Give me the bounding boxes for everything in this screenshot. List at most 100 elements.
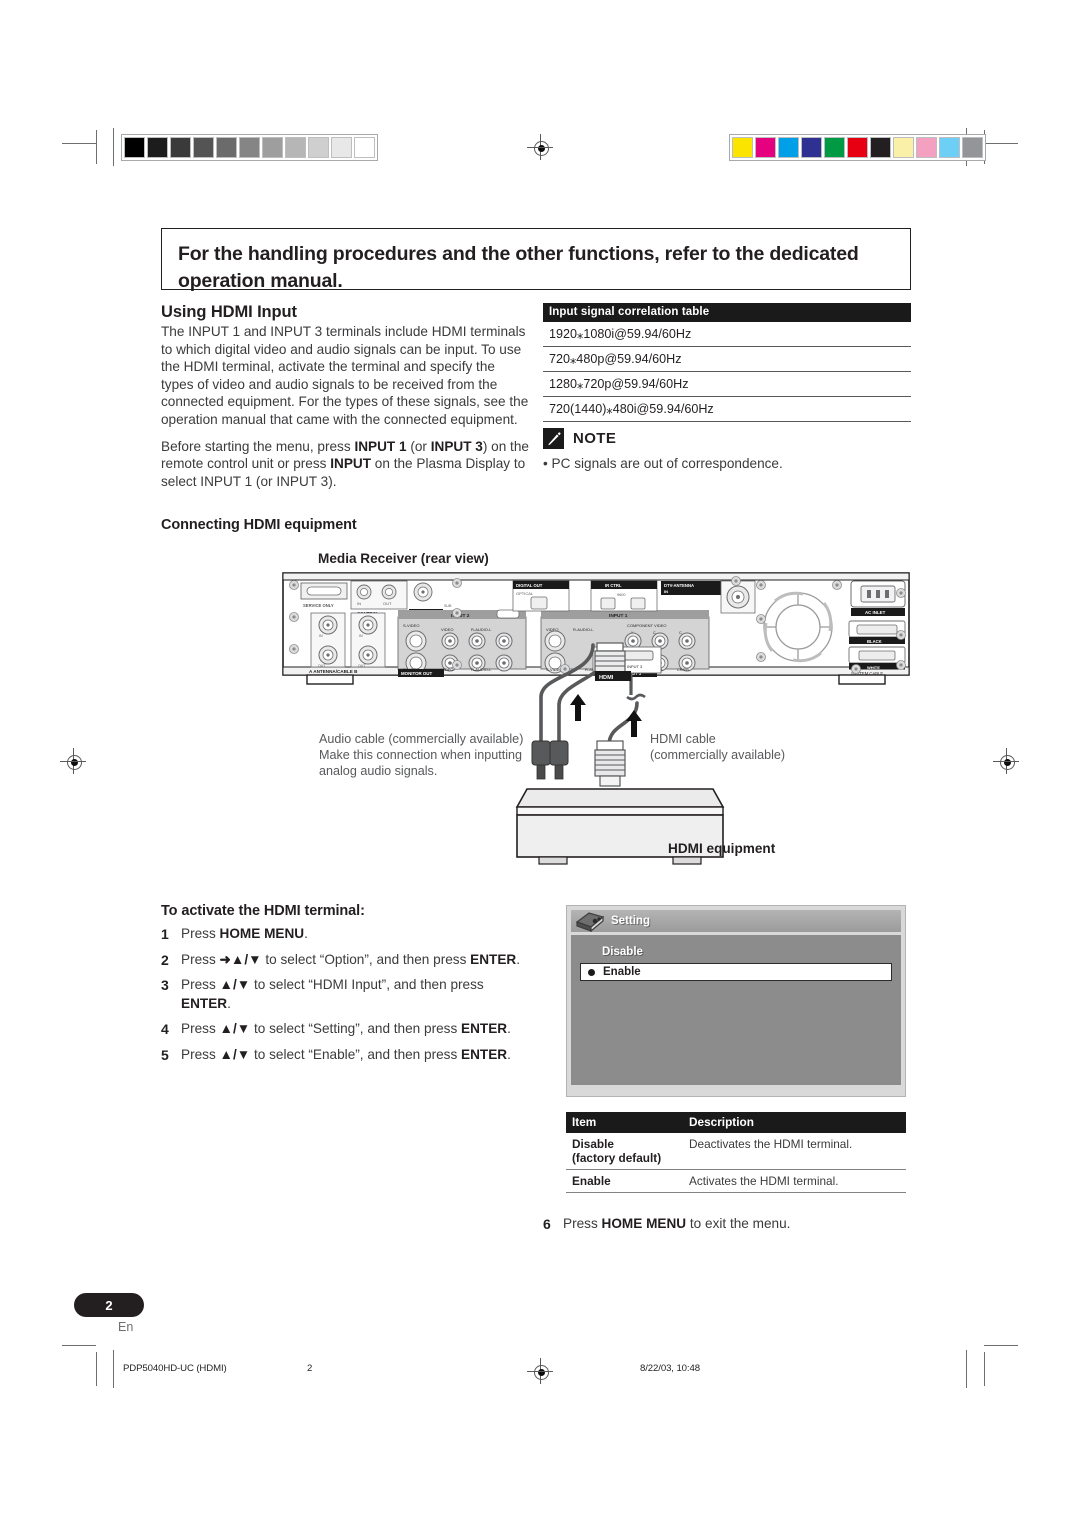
color-swatch (916, 137, 937, 158)
note-block: NOTE • PC signals are out of corresponde… (543, 428, 911, 472)
osd-body: Disable Enable (571, 935, 901, 1085)
svg-text:COMPONENT VIDEO: COMPONENT VIDEO (627, 623, 667, 628)
svg-text:SERVICE ONLY: SERVICE ONLY (303, 603, 334, 608)
step-text: Press HOME MENU. (181, 926, 308, 941)
description-cell: Deactivates the HDMI terminal. (683, 1133, 906, 1170)
crop-mark-bottom-right-h (984, 1345, 1018, 1346)
gray-swatch (285, 137, 306, 158)
svg-text:OUT: OUT (358, 664, 366, 668)
gray-swatch (354, 137, 375, 158)
table-row: Enable Activates the HDMI terminal. (566, 1169, 906, 1193)
registration-mark-top (527, 134, 553, 160)
color-swatch (870, 137, 891, 158)
signal-table-header: Input signal correlation table (543, 303, 911, 322)
step-text: Press HOME MENU to exit the menu. (563, 1216, 791, 1231)
svg-text:AC INLET: AC INLET (865, 610, 886, 615)
table-header-description: Description (683, 1112, 906, 1133)
step-number: 5 (161, 1046, 169, 1063)
svg-text:VIDEO: VIDEO (441, 627, 453, 632)
step-text: Press ▲/▼ to select “HDMI Input”, and th… (181, 977, 484, 1011)
osd-title-text: Setting (611, 915, 650, 927)
activate-heading: To activate the HDMI terminal: (161, 903, 365, 919)
table-row: 1280⁎720p@59.94/60Hz (543, 371, 911, 397)
gray-swatch (262, 137, 283, 158)
input-select-paragraph: Before starting the menu, press INPUT 1 … (161, 438, 529, 489)
radio-selected-icon (588, 968, 595, 976)
osd-screenshot: Setting Disable Enable (566, 905, 906, 1097)
item-description-table: Item Description Disable (factory defaul… (566, 1112, 906, 1193)
color-swatch (847, 137, 868, 158)
svg-text:IR CTRL: IR CTRL (605, 583, 622, 588)
input-signal-table: Input signal correlation table 1920⁎1080… (543, 303, 911, 422)
svg-text:IN: IN (664, 589, 668, 594)
svg-text:R-AUDIO-L: R-AUDIO-L (471, 627, 492, 632)
svg-text:S-VIDEO: S-VIDEO (403, 623, 419, 628)
list-item: 3 Press ▲/▼ to select “HDMI Input”, and … (161, 976, 531, 1013)
crop-mark-bottom-left-v2 (113, 1350, 114, 1388)
intro-text-block: The INPUT 1 and INPUT 3 terminals includ… (161, 323, 531, 490)
list-item: 6 Press HOME MENU to exit the menu. (543, 1215, 913, 1234)
registration-mark-left (60, 748, 86, 774)
svg-text:WHITE: WHITE (867, 665, 880, 670)
svg-text:DTV-ANTENNA: DTV-ANTENNA (664, 583, 694, 588)
crop-mark-bottom-right-v2 (966, 1350, 967, 1388)
page-number-badge: 2 (74, 1293, 144, 1317)
registration-mark-bottom (527, 1358, 553, 1384)
activation-steps: 1 Press HOME MENU. 2 Press ➜▲/▼ to selec… (161, 925, 531, 1071)
crop-mark-top-left-h (62, 143, 96, 144)
description-cell: Activates the HDMI terminal. (683, 1169, 906, 1193)
gray-swatch (216, 137, 237, 158)
list-item: 4 Press ▲/▼ to select “Setting”, and the… (161, 1020, 531, 1039)
gray-swatch (170, 137, 191, 158)
gray-swatch (147, 137, 168, 158)
footer-page: 2 (307, 1363, 313, 1374)
svg-text:HDMI: HDMI (599, 675, 614, 681)
color-swatch (939, 137, 960, 158)
setting-icon (573, 908, 607, 933)
osd-option-enable[interactable]: Enable (580, 963, 892, 981)
svg-text:IN: IN (319, 634, 323, 638)
step-text: Press ▲/▼ to select “Enable”, and then p… (181, 1046, 511, 1062)
svg-text:CR/PR: CR/PR (677, 668, 689, 672)
step-number: 3 (161, 977, 169, 993)
process-color-bar (729, 134, 986, 161)
svg-text:MONITOR OUT: MONITOR OUT (401, 671, 432, 676)
table-header-item: Item (566, 1112, 683, 1133)
gray-swatch (331, 137, 352, 158)
svg-text:IN: IN (357, 601, 361, 606)
callout-box: For the handling procedures and the othe… (161, 228, 911, 292)
svg-text:OPTICAL: OPTICAL (516, 591, 534, 596)
crop-mark-bottom-left-v (96, 1352, 97, 1386)
page-title: Using HDMI Input (161, 303, 297, 321)
note-item-text: PC signals are out of correspondence. (551, 456, 783, 471)
list-item: 1 Press HOME MENU. (161, 925, 531, 944)
footer-date: 8/22/03, 10:48 (640, 1363, 700, 1374)
color-swatch (824, 137, 845, 158)
pencil-icon (543, 428, 564, 449)
svg-text:C: C (679, 631, 682, 635)
footer-filename: PDP5040HD-UC (HDMI) (123, 1363, 227, 1374)
page-language: En (118, 1320, 134, 1334)
svg-text:A ANTENNA/CABLE B: A ANTENNA/CABLE B (309, 669, 358, 674)
gray-swatch (124, 137, 145, 158)
color-swatch (732, 137, 753, 158)
note-item: • PC signals are out of correspondence. (543, 456, 783, 471)
osd-option-disable[interactable]: Disable (580, 943, 892, 961)
svg-text:S-VIDEO: S-VIDEO (546, 667, 562, 672)
step-text: Press ➜▲/▼ to select “Option”, and then … (181, 951, 521, 967)
rear-panel-illustration: SERVICE ONLY IN OUT CONTROL CONTROL SUB … (282, 572, 910, 865)
color-swatch (893, 137, 914, 158)
osd-option-enable-label: Enable (603, 966, 641, 978)
svg-text:R-AUDIO-L: R-AUDIO-L (471, 667, 492, 672)
gray-swatch (308, 137, 329, 158)
svg-text:INPUT 1: INPUT 1 (609, 613, 628, 619)
list-item: 2 Press ➜▲/▼ to select “Option”, and the… (161, 951, 531, 970)
svg-text:9600: 9600 (617, 593, 625, 597)
table-row: 720⁎480p@59.94/60Hz (543, 346, 911, 372)
crop-mark-bottom-right-v (984, 1352, 985, 1386)
hdmi-cable-label: HDMI cable (commercially available) (650, 732, 786, 762)
hdmi-equipment-label: HDMI equipment (668, 841, 776, 856)
audio-cable-label: Audio cable (commercially available) Mak… (319, 732, 524, 778)
step-number: 2 (161, 951, 169, 968)
color-swatch (755, 137, 776, 158)
